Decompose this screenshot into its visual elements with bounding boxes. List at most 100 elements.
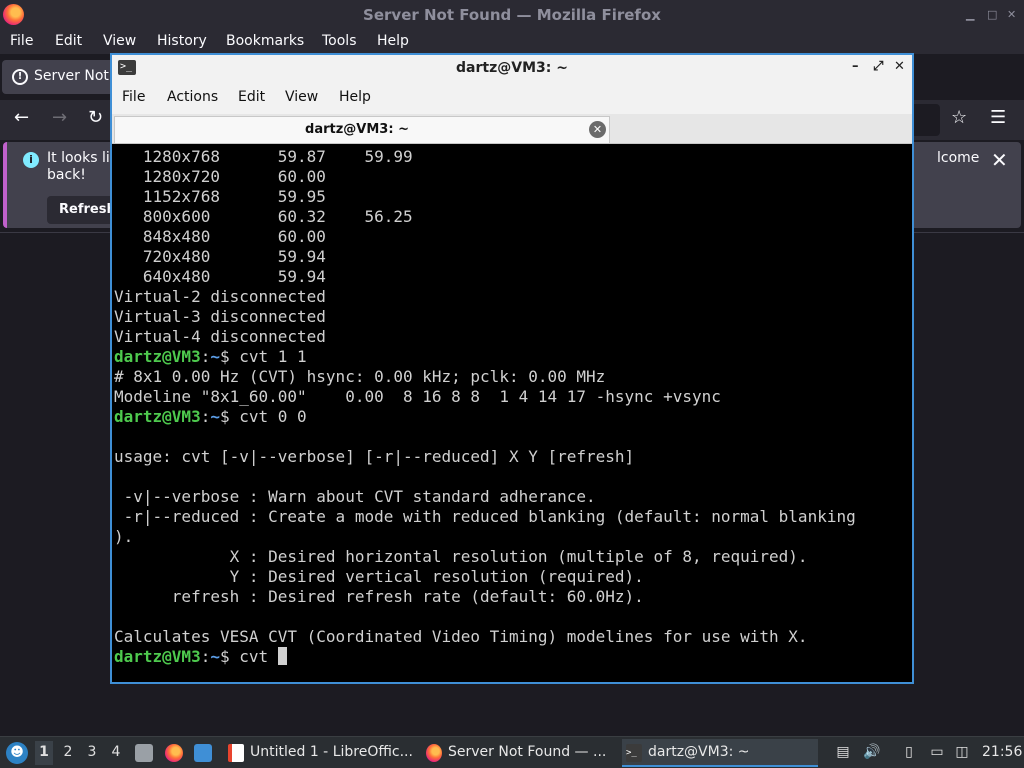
back-icon[interactable]: ←: [14, 107, 29, 128]
workspace-4[interactable]: 4: [107, 744, 125, 760]
terminal-menu-actions[interactable]: Actions: [167, 89, 218, 105]
terminal-menu-help[interactable]: Help: [339, 89, 371, 105]
terminal-line: Modeline "8x1_60.00" 0.00 8 16 8 8 1 4 1…: [114, 387, 721, 406]
task-libreoffice[interactable]: Untitled 1 - LibreOffic...: [224, 739, 416, 767]
prompt-separator: :: [200, 347, 211, 366]
forward-icon[interactable]: →: [52, 107, 67, 128]
menu-help[interactable]: Help: [377, 33, 409, 49]
bookmark-star-icon[interactable]: ☆: [951, 107, 967, 128]
taskbar: ☻ 1 2 3 4 Untitled 1 - LibreOffic... Ser…: [0, 736, 1024, 768]
command-text: cvt 1 1: [239, 347, 307, 366]
minimize-icon[interactable]: ▁: [966, 8, 974, 21]
terminal-line: usage: cvt [-v|--verbose] [-r|--reduced]…: [114, 447, 635, 466]
terminal-prompt-line: dartz@VM3:~$ cvt 1 1: [114, 347, 910, 367]
prompt-symbol: $: [219, 647, 240, 666]
prompt-symbol: $: [219, 347, 240, 366]
info-icon: !: [12, 69, 28, 85]
terminal-window[interactable]: >_ dartz@VM3: ~ – ⤢ ✕ File Actions Edit …: [110, 53, 914, 684]
hamburger-menu-icon[interactable]: ☰: [990, 107, 1006, 128]
notes-icon[interactable]: ▯: [900, 744, 918, 762]
minimize-icon[interactable]: –: [852, 59, 859, 74]
desktop-icon[interactable]: [194, 744, 212, 762]
prompt-symbol: $: [219, 407, 240, 426]
text-cursor: [277, 647, 287, 665]
firefox-icon[interactable]: [165, 744, 183, 762]
prompt-separator: :: [200, 407, 211, 426]
terminal-output[interactable]: 1280x768 59.87 59.99 1280x720 60.00 1152…: [114, 147, 910, 682]
terminal-menubar: File Actions Edit View Help: [112, 82, 912, 114]
menu-view[interactable]: View: [103, 33, 136, 49]
terminal-tab-label: dartz@VM3: ~: [305, 122, 409, 137]
terminal-line: 720x480 59.94: [114, 247, 326, 266]
terminal-menu-view[interactable]: View: [285, 89, 318, 105]
notification-text-right: lcome: [937, 150, 980, 166]
terminal-tabbar: dartz@VM3: ~ ✕: [112, 114, 912, 144]
reload-icon[interactable]: ↻: [88, 107, 103, 128]
volume-icon[interactable]: 🔊: [863, 744, 881, 762]
command-text: cvt 0 0: [239, 407, 307, 426]
close-icon[interactable]: ✕: [991, 148, 1008, 172]
terminal-line: 848x480 60.00: [114, 227, 326, 246]
start-menu-icon[interactable]: ☻: [6, 742, 28, 764]
workspace-1[interactable]: 1: [35, 741, 53, 765]
workspace-3[interactable]: 3: [83, 744, 101, 760]
terminal-prompt-line: dartz@VM3:~$ cvt: [114, 647, 910, 667]
notification-text-line1: It looks lik: [47, 150, 118, 166]
firefox-titlebar: Server Not Found — Mozilla Firefox ▁ □ ✕: [0, 0, 1024, 30]
prompt-user: dartz@VM3: [114, 347, 201, 366]
terminal-line: 1152x768 59.95: [114, 187, 326, 206]
terminal-line: Virtual-2 disconnected: [114, 287, 326, 306]
close-icon[interactable]: ✕: [1007, 8, 1016, 21]
terminal-line: Virtual-4 disconnected: [114, 327, 326, 346]
notification-text-line2: back!: [47, 167, 86, 183]
firefox-window-title: Server Not Found — Mozilla Firefox: [363, 6, 661, 24]
notification-text: It looks lik back!: [47, 150, 118, 184]
terminal-line: 640x480 59.94: [114, 267, 326, 286]
terminal-line: -r|--reduced : Create a mode with reduce…: [114, 507, 856, 526]
prompt-path: ~: [210, 647, 220, 666]
close-icon[interactable]: ✕: [589, 121, 606, 138]
terminal-line: X : Desired horizontal resolution (multi…: [114, 547, 808, 566]
workspace-2[interactable]: 2: [59, 744, 77, 760]
prompt-separator: :: [200, 647, 211, 666]
terminal-line: 800x600 60.32 56.25: [114, 207, 413, 226]
prompt-path: ~: [210, 407, 220, 426]
terminal-line: Y : Desired vertical resolution (require…: [114, 567, 644, 586]
terminal-window-title: dartz@VM3: ~: [456, 60, 568, 76]
command-text: cvt: [239, 647, 278, 666]
update-icon[interactable]: ◫: [953, 744, 971, 762]
menu-edit[interactable]: Edit: [55, 33, 82, 49]
terminal-line: Calculates VESA CVT (Coordinated Video T…: [114, 627, 808, 646]
network-icon[interactable]: ▭: [928, 744, 946, 762]
terminal-line: 1280x720 60.00: [114, 167, 326, 186]
terminal-line: # 8x1 0.00 Hz (CVT) hsync: 0.00 kHz; pcl…: [114, 367, 606, 386]
terminal-icon: >_: [626, 744, 642, 762]
menu-file[interactable]: File: [10, 33, 33, 49]
firefox-tab-label: Server Not F: [34, 68, 122, 84]
terminal-titlebar[interactable]: >_ dartz@VM3: ~ – ⤢ ✕: [112, 55, 912, 82]
maximize-icon[interactable]: ⤢: [873, 59, 883, 74]
info-icon: i: [23, 152, 39, 168]
terminal-menu-edit[interactable]: Edit: [238, 89, 265, 105]
task-label: Server Not Found — ...: [448, 744, 607, 760]
file-manager-icon[interactable]: [135, 744, 153, 762]
task-terminal[interactable]: >_ dartz@VM3: ~: [622, 739, 818, 767]
firefox-icon: [426, 744, 442, 762]
menu-tools[interactable]: Tools: [322, 33, 357, 49]
close-icon[interactable]: ✕: [894, 59, 905, 74]
menu-bookmarks[interactable]: Bookmarks: [226, 33, 304, 49]
terminal-line: Virtual-3 disconnected: [114, 307, 326, 326]
clock: 21:56: [982, 744, 1023, 760]
prompt-user: dartz@VM3: [114, 647, 201, 666]
terminal-tab[interactable]: dartz@VM3: ~ ✕: [114, 116, 610, 143]
terminal-line: -v|--verbose : Warn about CVT standard a…: [114, 487, 596, 506]
terminal-menu-file[interactable]: File: [122, 89, 145, 105]
maximize-icon[interactable]: □: [987, 8, 997, 21]
task-firefox[interactable]: Server Not Found — ...: [422, 739, 618, 767]
clipboard-icon[interactable]: ▤: [834, 744, 852, 762]
menu-history[interactable]: History: [157, 33, 207, 49]
terminal-prompt-line: dartz@VM3:~$ cvt 0 0: [114, 407, 910, 427]
